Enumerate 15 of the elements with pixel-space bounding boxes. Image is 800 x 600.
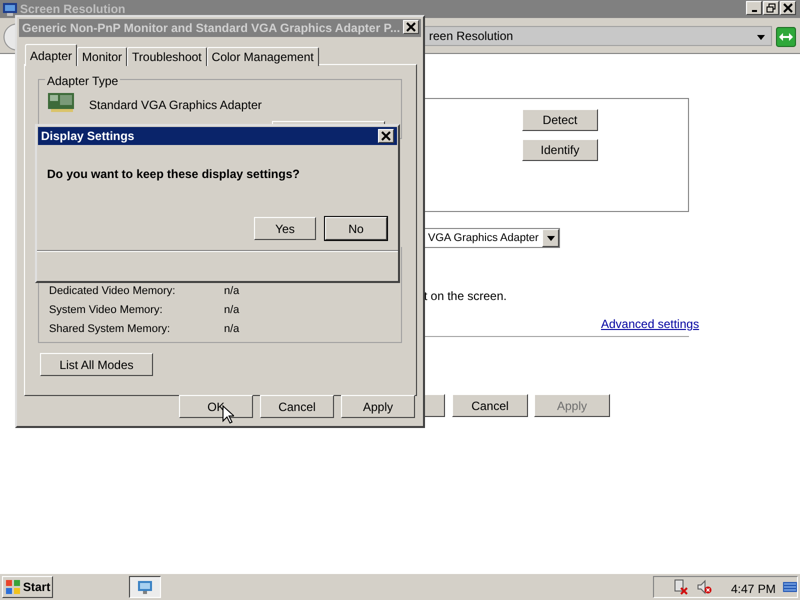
address-text: reen Resolution	[429, 28, 514, 45]
dialog-title: Display Settings	[41, 128, 134, 145]
message-text: Do you want to keep these display settings?	[47, 166, 300, 183]
memory-label: System Video Memory:	[49, 303, 163, 318]
dropdown-value: VGA Graphics Adapter	[428, 230, 539, 246]
memory-value: n/a	[224, 303, 240, 318]
memory-value: n/a	[224, 322, 240, 337]
clock: 4:47 PM	[731, 581, 776, 598]
dialog-title: Generic Non-PnP Monitor and Standard VGA Graphics Adapter P...	[22, 20, 400, 37]
window-title: Screen Resolution	[20, 1, 126, 18]
start-label: Start	[23, 579, 50, 596]
memory-label: Shared System Memory:	[49, 322, 170, 337]
memory-label: Dedicated Video Memory:	[49, 284, 176, 299]
memory-value: n/a	[224, 284, 240, 299]
adapter-name: Standard VGA Graphics Adapter	[89, 97, 262, 114]
